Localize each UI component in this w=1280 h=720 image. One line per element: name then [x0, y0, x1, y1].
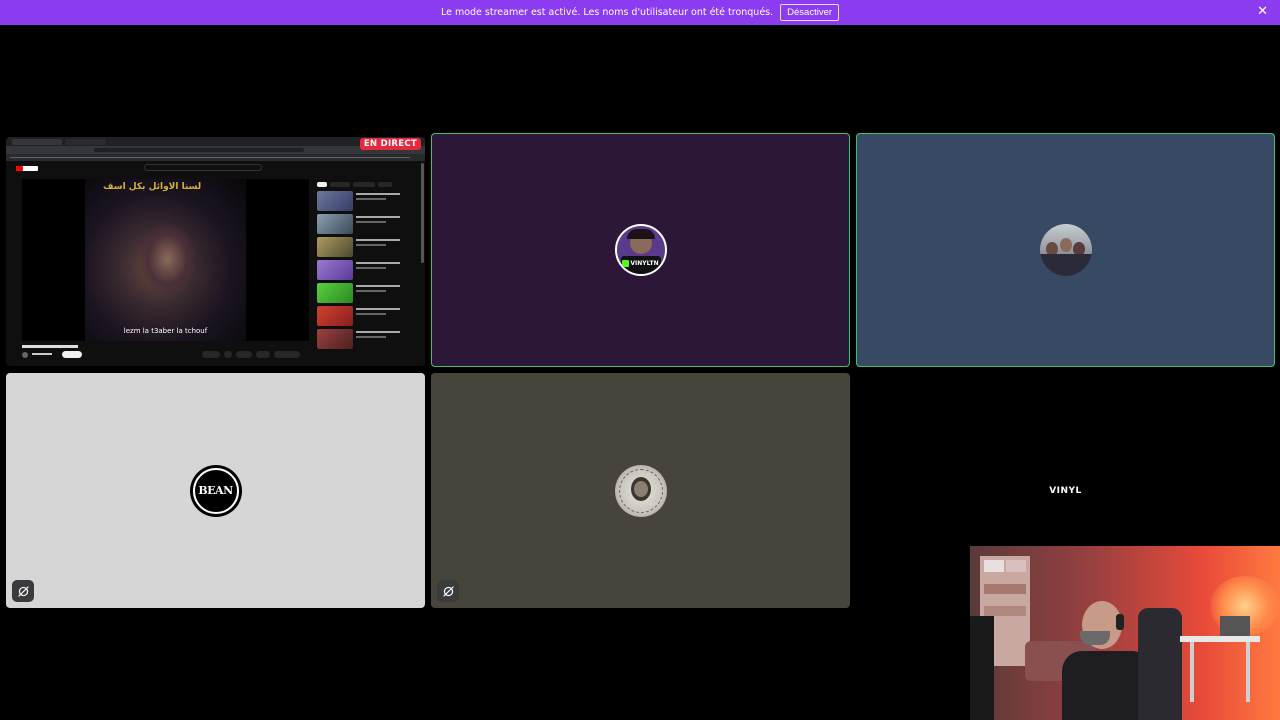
webcam-overlay — [970, 546, 1280, 720]
banner-message: Le mode streamer est activé. Les noms d'… — [440, 7, 774, 18]
live-badge: EN DIRECT — [359, 138, 421, 150]
video-artwork: لسنا الاوائل بكل اسف — [85, 179, 246, 341]
muted-video-off-icon[interactable] — [437, 580, 459, 602]
avatar-label: VINYLTN — [630, 260, 659, 267]
recommended-video — [317, 329, 412, 349]
screenshare-tile[interactable]: لسنا الاوائل بكل اسف lezm la t3aber la t… — [6, 137, 425, 366]
video-artwork-title: لسنا الاوائل بكل اسف — [103, 182, 202, 192]
streamer-mode-banner: Le mode streamer est activé. Les noms d'… — [0, 0, 1280, 25]
recommended-video — [317, 283, 412, 303]
youtube-logo — [16, 166, 38, 171]
youtube-page: لسنا الاوائل بكل اسف lezm la t3aber la t… — [6, 161, 425, 366]
avatar: BEAN — [189, 464, 242, 517]
recommended-video — [317, 191, 412, 211]
video-action-row — [202, 351, 302, 358]
participant-tile-sketch[interactable] — [431, 373, 850, 608]
recommended-video — [317, 260, 412, 280]
participant-tile-vinyltn[interactable]: VINYLTN — [431, 133, 850, 367]
video-caption: lezm la t3aber la tchouf — [123, 327, 208, 335]
voice-call-view: Le mode streamer est activé. Les noms d'… — [0, 0, 1280, 720]
avatar: VINYL — [1039, 464, 1092, 517]
participant-tile-bean[interactable]: BEAN — [6, 373, 425, 608]
recommended-video — [317, 214, 412, 234]
close-icon[interactable]: ✕ — [1257, 4, 1268, 20]
youtube-search-box — [144, 164, 262, 171]
avatar — [1039, 224, 1092, 276]
avatar — [614, 464, 667, 517]
page-scrollbar — [421, 163, 424, 263]
browser-bookmarks-bar — [6, 154, 425, 161]
video-player: لسنا الاوائل بكل اسف lezm la t3aber la t… — [22, 179, 309, 341]
participant-tile-group[interactable] — [856, 133, 1275, 367]
recommended-video — [317, 237, 412, 257]
recommended-video — [317, 306, 412, 326]
muted-video-off-icon[interactable] — [12, 580, 34, 602]
avatar: VINYLTN — [614, 224, 667, 276]
avatar-label: VINYL — [1049, 485, 1082, 496]
disable-streamer-mode-button[interactable]: Désactiver — [780, 4, 840, 21]
avatar-label: BEAN — [198, 484, 233, 497]
